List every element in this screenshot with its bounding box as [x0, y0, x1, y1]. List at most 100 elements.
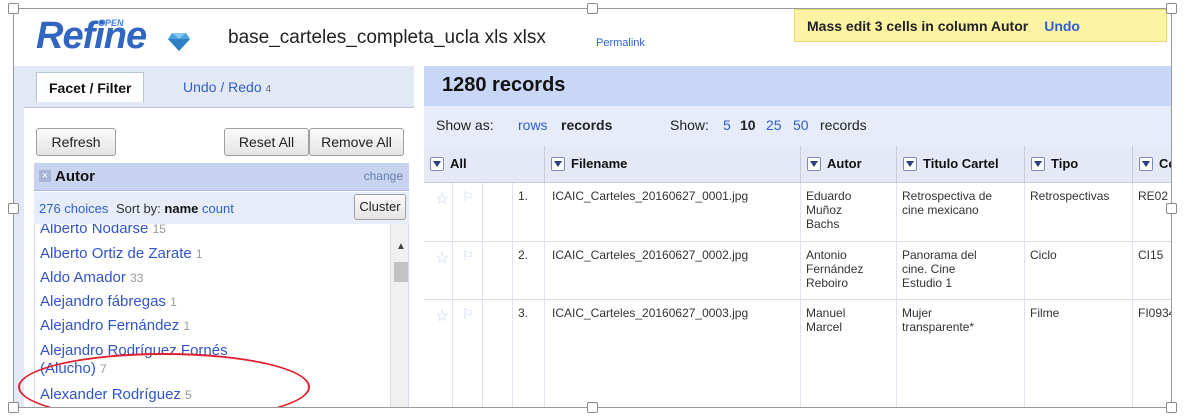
- column-separator: [896, 183, 897, 407]
- facet-change-link[interactable]: change: [364, 169, 403, 183]
- facet-choice[interactable]: Alberto Nodarse 15: [40, 224, 166, 238]
- facet-sort: Sort by: name count: [116, 201, 234, 216]
- left-panel: Facet / Filter Undo / Redo 4 Refresh Res…: [14, 66, 414, 407]
- project-name[interactable]: base_carteles_completa_ucla xls xlsx: [228, 27, 546, 49]
- page-size-10[interactable]: 10: [740, 117, 756, 133]
- column-menu-button[interactable]: [551, 157, 565, 171]
- row-number: 1.: [518, 189, 529, 203]
- data-panel: 1280 records Show as: rows records Show:…: [424, 66, 1171, 407]
- tab-facet-filter[interactable]: Facet / Filter: [36, 72, 145, 102]
- permalink-link[interactable]: Permalink: [596, 37, 645, 49]
- reset-all-button[interactable]: Reset All: [224, 128, 309, 156]
- scroll-up-icon[interactable]: ▲: [396, 241, 406, 252]
- facet-choice-count: 1: [183, 319, 191, 333]
- cell-filename[interactable]: ICAIC_Carteles_20160627_0001.jpg: [552, 189, 748, 203]
- star-icon[interactable]: ☆: [435, 189, 449, 209]
- notification-bar: Mass edit 3 cells in column Autor Undo: [794, 9, 1167, 42]
- autor-line: Fernández: [806, 262, 864, 276]
- cell-titulo[interactable]: Panorama del cine. Cine Estudio 1: [902, 248, 977, 290]
- facet-choice[interactable]: Alejandro Fernández 1: [40, 317, 190, 335]
- sort-name-option[interactable]: name: [164, 201, 198, 216]
- column-all[interactable]: All: [424, 146, 544, 183]
- resize-handle-top-left[interactable]: [8, 3, 19, 14]
- cell-autor[interactable]: Antonio Fernández Reboiro: [806, 248, 863, 290]
- show-as-label: Show as:: [436, 117, 494, 133]
- autor-line: Manuel: [806, 306, 846, 320]
- page-size-25[interactable]: 25: [766, 117, 782, 133]
- column-menu-button[interactable]: [430, 157, 444, 171]
- facet-scrollbar[interactable]: ▲: [390, 224, 408, 407]
- autor-line: Antonio: [806, 248, 847, 262]
- titulo-line: transparente*: [902, 320, 975, 334]
- column-menu-button[interactable]: [903, 157, 917, 171]
- column-name: Filename: [571, 156, 628, 171]
- resize-handle-left[interactable]: [8, 203, 19, 214]
- cell-filename[interactable]: ICAIC_Carteles_20160627_0003.jpg: [552, 306, 748, 320]
- cell-co[interactable]: FI0934: [1138, 306, 1171, 320]
- scrollbar-thumb[interactable]: [394, 262, 408, 282]
- column-filename[interactable]: Filename: [544, 146, 800, 183]
- cell-filename[interactable]: ICAIC_Carteles_20160627_0002.jpg: [552, 248, 748, 262]
- close-icon[interactable]: ×: [39, 170, 51, 182]
- column-name: Autor: [827, 156, 862, 171]
- page-size-5[interactable]: 5: [723, 117, 731, 133]
- flag-icon[interactable]: ⚐: [462, 189, 474, 205]
- cell-tipo[interactable]: Filme: [1030, 306, 1059, 320]
- column-name: Titulo Cartel: [923, 156, 999, 171]
- facet-choice[interactable]: Alberto Ortiz de Zarate 1: [40, 245, 203, 263]
- cell-co[interactable]: CI15: [1138, 248, 1163, 262]
- resize-handle-top-right[interactable]: [1166, 3, 1177, 14]
- column-separator: [1132, 183, 1133, 407]
- table-row: ☆ ⚐ 3. ICAIC_Carteles_20160627_0003.jpg …: [424, 300, 1171, 407]
- table-row: ☆ ⚐ 2. ICAIC_Carteles_20160627_0002.jpg …: [424, 242, 1171, 300]
- cell-titulo[interactable]: Mujer transparente*: [902, 306, 974, 334]
- column-separator: [544, 183, 545, 407]
- cell-tipo[interactable]: Retrospectivas: [1030, 189, 1109, 203]
- column-tipo[interactable]: Tipo: [1024, 146, 1132, 183]
- column-titulo-cartel[interactable]: Titulo Cartel: [896, 146, 1024, 183]
- show-as-rows[interactable]: rows: [518, 117, 548, 133]
- star-icon[interactable]: ☆: [435, 248, 449, 268]
- show-as-records[interactable]: records: [561, 117, 612, 133]
- facet-choice[interactable]: Aldo Amador 33: [40, 269, 143, 287]
- column-menu-button[interactable]: [1139, 157, 1153, 171]
- resize-handle-bottom-right[interactable]: [1166, 402, 1177, 413]
- page-size-50[interactable]: 50: [793, 117, 809, 133]
- cell-titulo[interactable]: Retrospectiva de cine mexicano: [902, 189, 992, 217]
- cell-autor[interactable]: Eduardo Muñoz Bachs: [806, 189, 851, 231]
- cell-autor[interactable]: Manuel Marcel: [806, 306, 845, 334]
- logo-text: Refine: [36, 15, 147, 57]
- resize-handle-bottom-left[interactable]: [8, 402, 19, 413]
- titulo-line: cine. Cine: [902, 262, 956, 276]
- column-menu-button[interactable]: [1031, 157, 1045, 171]
- facet-choice-name: Alejandro Fernández: [40, 317, 180, 334]
- cell-co[interactable]: RE02: [1138, 189, 1168, 203]
- tab-undo-redo-label: Undo / Redo: [183, 79, 262, 95]
- facet-choice-name: Aldo Amador: [40, 269, 126, 286]
- cluster-button[interactable]: Cluster: [354, 194, 406, 220]
- sort-count-option[interactable]: count: [202, 201, 234, 216]
- star-icon[interactable]: ☆: [435, 306, 449, 326]
- refresh-button[interactable]: Refresh: [36, 128, 116, 156]
- facet-choice-name: Alberto Ortiz de Zarate: [40, 245, 192, 262]
- flag-icon[interactable]: ⚐: [462, 248, 474, 264]
- flag-icon[interactable]: ⚐: [462, 306, 474, 322]
- column-co[interactable]: Co: [1132, 146, 1171, 183]
- column-menu-button[interactable]: [807, 157, 821, 171]
- tab-undo-redo[interactable]: Undo / Redo 4: [171, 72, 283, 102]
- resize-handle-top[interactable]: [587, 3, 598, 14]
- column-name: All: [450, 156, 467, 171]
- cell-tipo[interactable]: Ciclo: [1030, 248, 1057, 262]
- autor-line: Muñoz: [806, 203, 843, 217]
- facet-choices-count[interactable]: 276 choices: [39, 201, 108, 216]
- table-row: ☆ ⚐ 1. ICAIC_Carteles_20160627_0001.jpg …: [424, 183, 1171, 242]
- column-name: Co: [1159, 156, 1171, 171]
- undo-link[interactable]: Undo: [1044, 18, 1080, 34]
- resize-handle-bottom[interactable]: [587, 402, 598, 413]
- remove-all-button[interactable]: Remove All: [309, 128, 404, 156]
- column-autor[interactable]: Autor: [800, 146, 896, 183]
- resize-handle-right[interactable]: [1166, 203, 1177, 214]
- refine-logo[interactable]: Refine OPEN: [36, 15, 190, 58]
- facet-choice[interactable]: Alejandro fábregas 1: [40, 293, 177, 311]
- facet-controls: 276 choices Sort by: name count Cluster: [34, 192, 409, 224]
